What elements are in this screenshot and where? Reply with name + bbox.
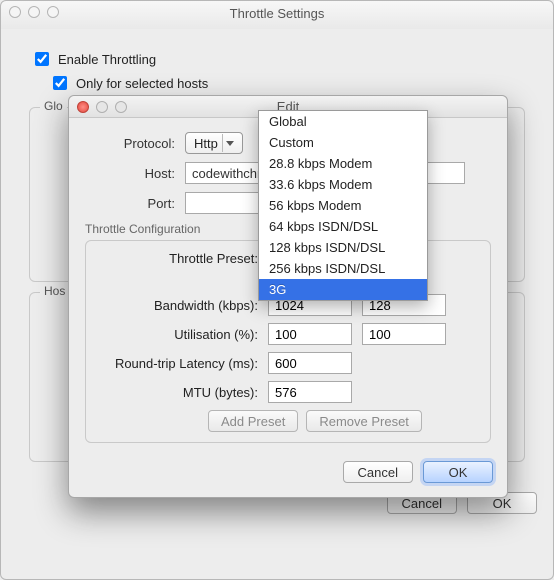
minimize-icon[interactable] (96, 101, 108, 113)
preset-option[interactable]: 256 kbps ISDN/DSL (259, 258, 427, 279)
enable-throttling-input[interactable] (35, 52, 49, 66)
global-group-label: Glo (40, 99, 67, 113)
host-label: Host: (85, 166, 175, 181)
preset-option[interactable]: 3G (259, 279, 427, 300)
only-selected-hosts-checkbox[interactable]: Only for selected hosts (49, 73, 208, 93)
latency-label: Round-trip Latency (ms): (98, 356, 258, 371)
latency-row: Round-trip Latency (ms): (98, 352, 478, 374)
add-preset-button[interactable]: Add Preset (208, 410, 298, 432)
preset-option[interactable]: Custom (259, 132, 427, 153)
protocol-combo[interactable]: Http (185, 132, 243, 154)
protocol-value: Http (194, 136, 218, 151)
preset-button-row: Add Preset Remove Preset (208, 410, 478, 432)
enable-throttling-label: Enable Throttling (58, 52, 156, 67)
window-title: Throttle Settings (230, 6, 325, 21)
port-label: Port: (85, 196, 175, 211)
preset-option[interactable]: 56 kbps Modem (259, 195, 427, 216)
hosts-group-label: Hos (40, 284, 69, 298)
only-selected-hosts-label: Only for selected hosts (76, 76, 208, 91)
preset-label: Throttle Preset: (98, 251, 258, 266)
cancel-button[interactable]: Cancel (343, 461, 413, 483)
bandwidth-label: Bandwidth (kbps): (98, 298, 258, 313)
throttle-preset-dropdown[interactable]: GlobalCustom28.8 kbps Modem33.6 kbps Mod… (258, 110, 428, 301)
enable-throttling-checkbox[interactable]: Enable Throttling (31, 49, 156, 69)
zoom-icon[interactable] (47, 6, 59, 18)
protocol-label: Protocol: (85, 136, 175, 151)
throttle-config-label: Throttle Configuration (85, 222, 200, 236)
dialog-traffic-lights (77, 101, 127, 113)
close-icon[interactable] (9, 6, 21, 18)
preset-option[interactable]: 33.6 kbps Modem (259, 174, 427, 195)
utilisation-download-input[interactable] (268, 323, 352, 345)
utilisation-row: Utilisation (%): (98, 323, 478, 345)
titlebar: Throttle Settings (1, 1, 553, 23)
only-selected-hosts-input[interactable] (53, 76, 67, 90)
zoom-icon[interactable] (115, 101, 127, 113)
traffic-lights (9, 6, 59, 18)
mtu-input[interactable] (268, 381, 352, 403)
close-icon[interactable] (77, 101, 89, 113)
chevron-down-icon[interactable] (222, 134, 238, 152)
remove-preset-button[interactable]: Remove Preset (306, 410, 422, 432)
preset-option[interactable]: 28.8 kbps Modem (259, 153, 427, 174)
mtu-row: MTU (bytes): (98, 381, 478, 403)
utilisation-label: Utilisation (%): (98, 327, 258, 342)
latency-input[interactable] (268, 352, 352, 374)
utilisation-upload-input[interactable] (362, 323, 446, 345)
preset-option[interactable]: 128 kbps ISDN/DSL (259, 237, 427, 258)
preset-option[interactable]: Global (259, 111, 427, 132)
minimize-icon[interactable] (28, 6, 40, 18)
mtu-label: MTU (bytes): (98, 385, 258, 400)
preset-option[interactable]: 64 kbps ISDN/DSL (259, 216, 427, 237)
dialog-button-row: Cancel OK (69, 451, 507, 497)
ok-button[interactable]: OK (423, 461, 493, 483)
